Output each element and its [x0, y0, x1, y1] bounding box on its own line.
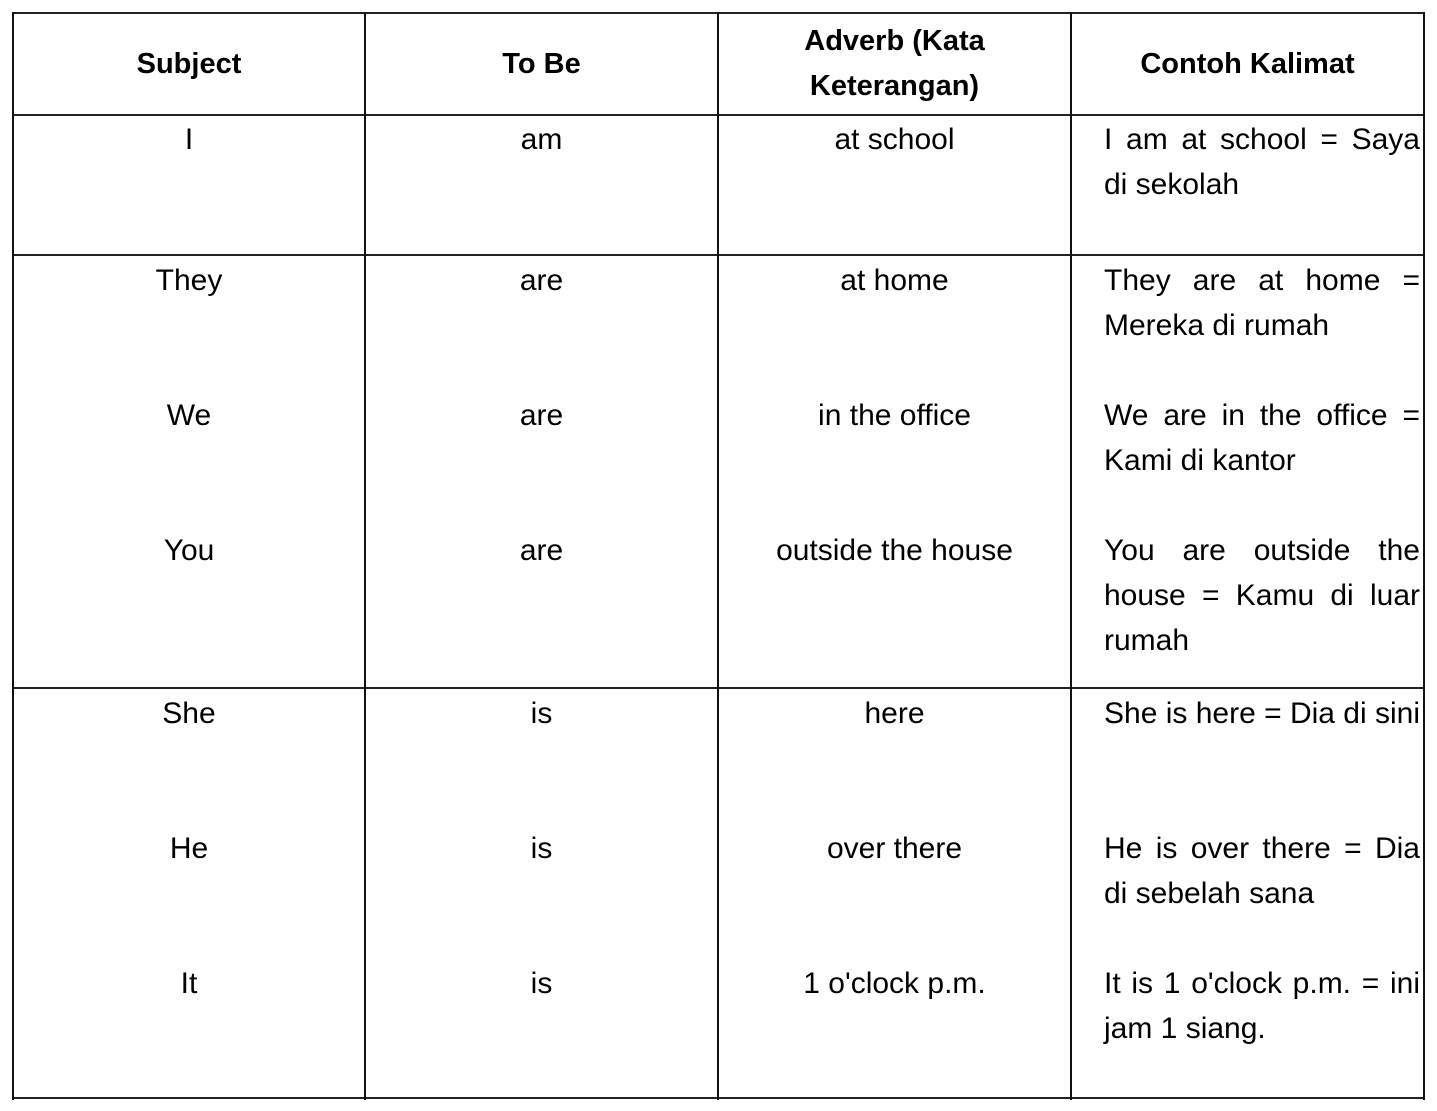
cell-adverb: 1 o'clock p.m.: [803, 967, 986, 1000]
cell-to-be: am: [520, 123, 563, 156]
table-border-right: [1423, 12, 1425, 1100]
cell-to-be: is: [530, 967, 553, 1000]
cell-adverb: at home: [840, 264, 949, 297]
cell-example: I am at school = Saya di sekolah: [1104, 123, 1420, 201]
cell-to-be: are: [519, 534, 564, 567]
cell-example: You are outside the house = Kamu di luar…: [1104, 534, 1420, 657]
cell-subject: I: [184, 123, 194, 156]
cell-subject: She: [162, 697, 216, 730]
header-adverb: Adverb (Kata Keterangan): [804, 25, 985, 102]
cell-example: It is 1 o'clock p.m. = ini jam 1 siang.: [1104, 967, 1420, 1045]
cell-example: They are at home = Mereka di rumah: [1104, 264, 1420, 342]
cell-subject: He: [169, 832, 209, 865]
cell-to-be: are: [519, 399, 564, 432]
cell-adverb: here: [864, 697, 925, 730]
cell-example: She is here = Dia di sini: [1104, 697, 1420, 730]
header-example: Contoh Kalimat: [1140, 47, 1355, 80]
cell-example: He is over there = Dia di sebelah sana: [1104, 832, 1420, 910]
cell-adverb: over there: [826, 832, 963, 865]
column-divider: [1070, 12, 1072, 1100]
header-subject: Subject: [136, 47, 242, 80]
cell-example: We are in the office = Kami di kantor: [1104, 399, 1420, 477]
cell-to-be: is: [530, 697, 553, 730]
cell-subject: You: [163, 534, 215, 567]
cell-adverb: outside the house: [776, 534, 1013, 567]
cell-adverb: in the office: [818, 399, 971, 432]
cell-subject: We: [166, 399, 212, 432]
cell-to-be: are: [519, 264, 564, 297]
cell-subject: They: [155, 264, 223, 297]
header-to-be: To Be: [502, 47, 581, 80]
cell-subject: It: [180, 967, 198, 1000]
cell-to-be: is: [530, 832, 553, 865]
cell-adverb: at school: [834, 123, 955, 156]
